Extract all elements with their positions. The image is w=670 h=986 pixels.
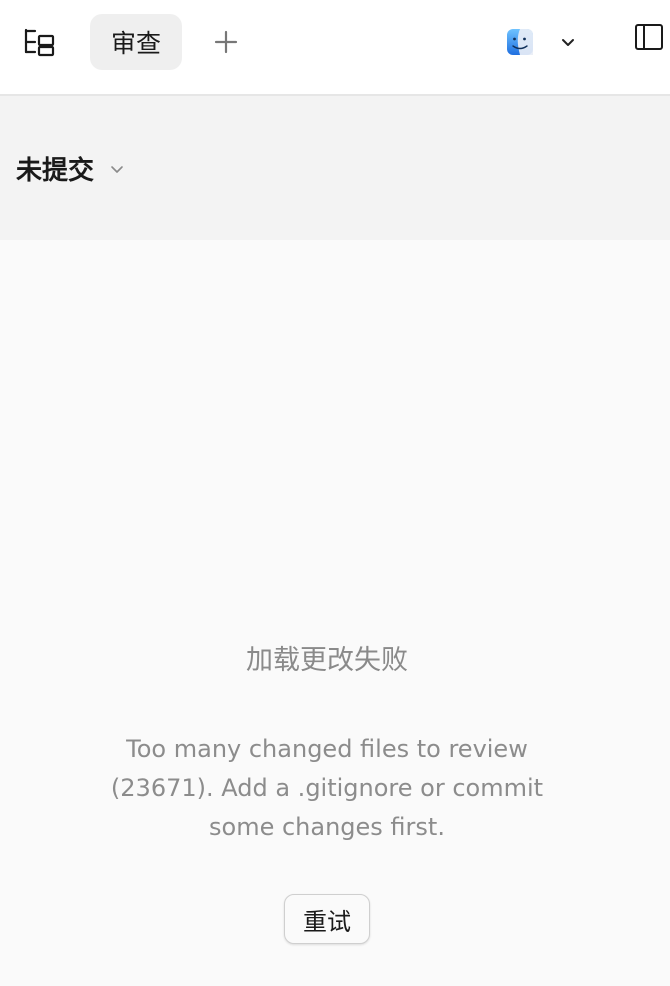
error-message: Too many changed files to review (23671)…	[110, 735, 544, 841]
plus-icon[interactable]	[210, 26, 242, 58]
review-panel: 加载更改失败 Too many changed files to review …	[0, 240, 670, 986]
tab-review[interactable]: 审查	[90, 14, 182, 70]
uncommitted-label: 未提交	[16, 156, 95, 186]
tree-view-icon[interactable]	[22, 26, 58, 58]
retry-button[interactable]: 重试	[284, 894, 370, 944]
error-title: 加载更改失败	[246, 645, 408, 676]
chevron-down-icon[interactable]	[558, 32, 578, 52]
sidebar-toggle-icon[interactable]	[634, 22, 664, 52]
uncommitted-dropdown[interactable]: 未提交	[16, 150, 126, 187]
finder-icon[interactable]	[506, 28, 534, 56]
chevron-down-icon	[111, 165, 123, 173]
top-toolbar: 审查	[0, 0, 670, 96]
changes-header: 未提交	[0, 96, 670, 240]
